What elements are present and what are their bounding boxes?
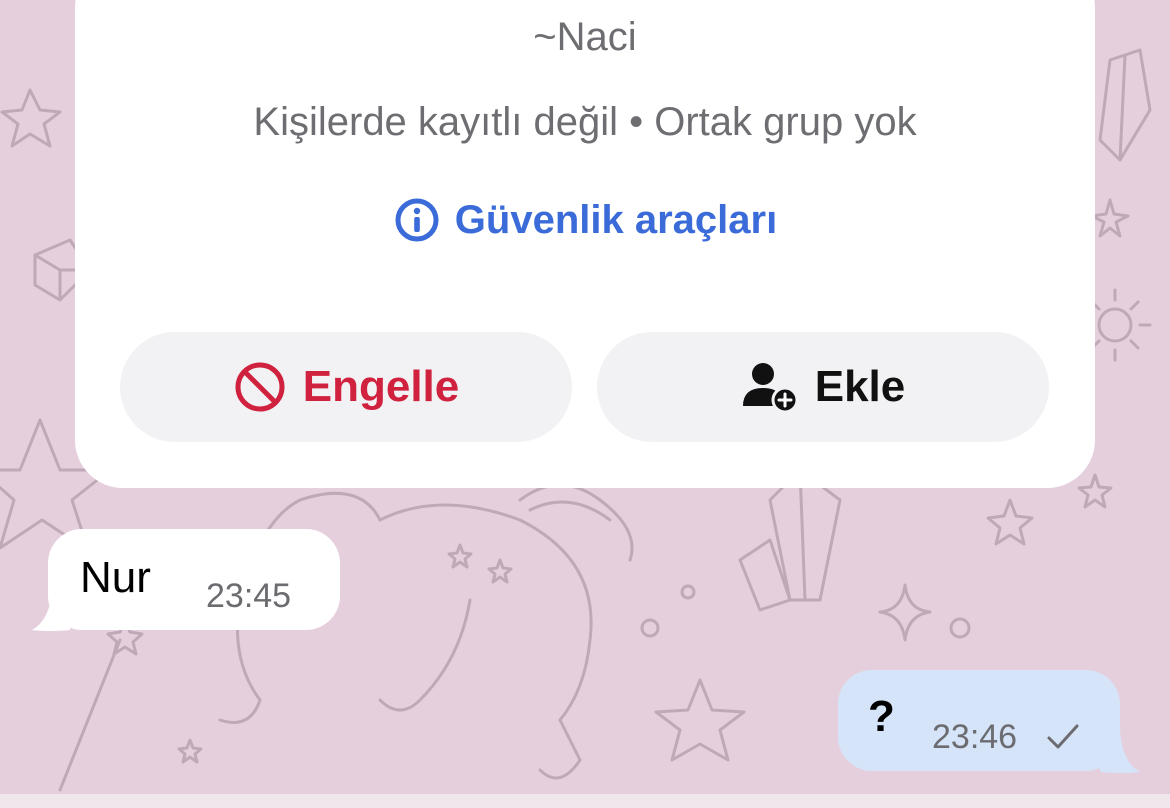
add-contact-button[interactable]: Ekle (597, 332, 1049, 442)
bottom-bar (0, 794, 1170, 808)
contact-subtitle: Kişilerde kayıtlı değil • Ortak grup yok (253, 100, 917, 144)
block-label: Engelle (302, 362, 460, 411)
safety-tools-label: Güvenlik araçları (454, 197, 778, 242)
message-bubble-outgoing[interactable]: ? 23:46 (838, 670, 1120, 771)
message-time: 23:46 (932, 718, 1018, 756)
safety-tools-link[interactable]: Güvenlik araçları (75, 196, 1095, 244)
message-text: ? (868, 692, 895, 741)
message-bubble-incoming[interactable]: Nur 23:45 (48, 529, 340, 630)
contact-info-card: ~Naci Kişilerde kayıtlı değil • Ortak gr… (75, 0, 1095, 488)
block-button[interactable]: Engelle (120, 332, 572, 442)
contact-name: ~Naci (533, 15, 637, 59)
add-contact-icon (741, 360, 799, 414)
message-time: 23:45 (206, 577, 292, 615)
message-text: Nur (80, 553, 151, 602)
checkmark-icon (1046, 722, 1080, 757)
add-label: Ekle (814, 362, 906, 411)
block-icon (233, 360, 287, 414)
info-icon (393, 196, 441, 244)
